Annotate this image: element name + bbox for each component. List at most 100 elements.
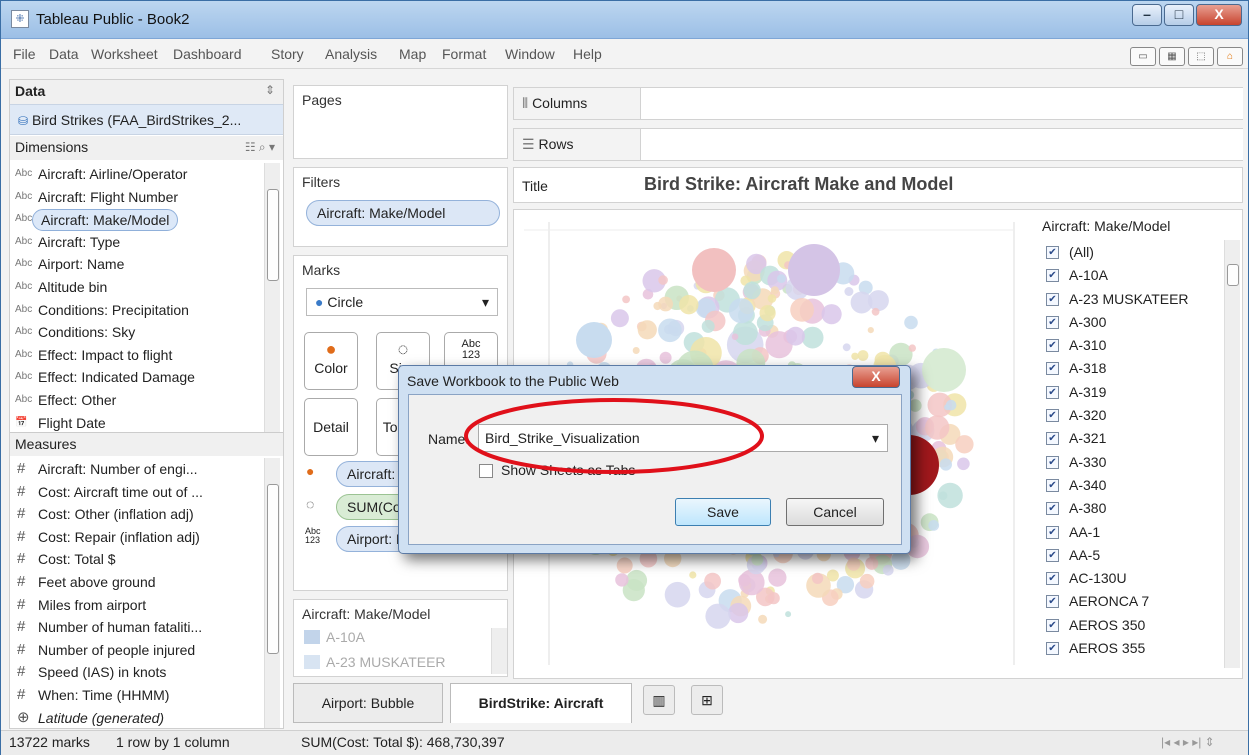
dimension-field[interactable]: Abc Altitude bin [10, 276, 265, 299]
menu-file[interactable]: File [13, 46, 36, 62]
checkbox-checked-icon[interactable]: ✔ [1046, 642, 1059, 656]
measure-field[interactable]: # Number of people injured [10, 639, 265, 662]
checkbox-checked-icon[interactable]: ✔ [1046, 548, 1059, 562]
bubble-mark[interactable] [871, 307, 880, 316]
checkbox-checked-icon[interactable]: ✔ [1046, 572, 1059, 586]
new-worksheet-icon[interactable]: ▥ [643, 685, 675, 715]
scrollbar-thumb[interactable] [1227, 264, 1239, 286]
filter-item[interactable]: ✔ A-330 [1046, 451, 1226, 474]
bubble-mark[interactable] [768, 568, 787, 587]
bubble-mark[interactable] [801, 326, 824, 349]
home-icon[interactable]: ⌂ [1217, 47, 1243, 66]
data-source-item[interactable]: ⛁ Bird Strikes (FAA_BirdStrikes_2... [10, 104, 283, 135]
measure-field[interactable]: # Speed (IAS) in knots [10, 661, 265, 684]
show-me-icon[interactable]: ▦ [1159, 47, 1185, 66]
legend-item[interactable]: A-23 MUSKATEER [326, 654, 446, 670]
bubble-mark[interactable] [944, 404, 951, 411]
scrollbar-thumb[interactable] [267, 484, 279, 654]
measure-field[interactable]: # Cost: Other (inflation adj) [10, 503, 265, 526]
columns-shelf[interactable]: ⦀ Columns [513, 87, 1243, 120]
bubble-mark[interactable] [692, 248, 736, 292]
bubble-mark[interactable] [733, 320, 758, 345]
bubble-mark[interactable] [788, 244, 840, 296]
filter-item[interactable]: ✔ A-23 MUSKATEER [1046, 288, 1226, 311]
bubble-mark[interactable] [955, 435, 974, 454]
bubble-mark[interactable] [851, 352, 859, 360]
checkbox-checked-icon[interactable]: ✔ [1046, 595, 1059, 609]
color-button[interactable]: ● Color [304, 332, 358, 390]
menu-dashboard[interactable]: Dashboard [173, 46, 242, 62]
bubble-mark[interactable] [728, 298, 754, 324]
bubble-mark[interactable] [731, 333, 739, 340]
dimension-field[interactable]: Abc Aircraft: Flight Number [10, 186, 265, 209]
bubble-mark[interactable] [865, 556, 879, 570]
checkbox-checked-icon[interactable]: ✔ [1046, 362, 1059, 376]
rows-shelf[interactable]: ☰ Rows [513, 128, 1243, 161]
bubble-mark[interactable] [842, 343, 851, 352]
legend-item[interactable]: A-10A [326, 629, 365, 645]
bubble-mark[interactable] [957, 457, 970, 471]
bubble-mark[interactable] [857, 350, 869, 361]
filter-item[interactable]: ✔ AEROS 355 [1046, 637, 1226, 660]
tab-birdstrike-aircraft[interactable]: BirdStrike: Aircraft [450, 683, 632, 723]
bubble-mark[interactable] [615, 573, 629, 587]
dimension-field[interactable]: Abc Effect: Indicated Damage [10, 366, 265, 389]
legend-scrollbar[interactable] [491, 628, 507, 674]
bubble-mark[interactable] [728, 602, 749, 624]
bubble-mark[interactable] [844, 287, 854, 296]
filter-item[interactable]: ✔ A-340 [1046, 474, 1226, 497]
mark-type-dropdown[interactable]: ● Circle ▾ [306, 288, 498, 316]
measure-field[interactable]: ⊕ Latitude (generated) [10, 707, 265, 728]
measure-field[interactable]: # Cost: Repair (inflation adj) [10, 526, 265, 549]
bubble-mark[interactable] [738, 573, 751, 587]
minimize-button[interactable]: – [1132, 4, 1162, 26]
filter-item[interactable]: ✔ (All) [1046, 241, 1226, 264]
menu-analysis[interactable]: Analysis [325, 46, 377, 62]
filter-item[interactable]: ✔ A-300 [1046, 311, 1226, 334]
bubble-mark[interactable] [867, 290, 889, 312]
dimension-field[interactable]: Abc Airport: Name [10, 253, 265, 276]
menu-story[interactable]: Story [271, 46, 304, 62]
measure-field[interactable]: # Cost: Aircraft time out of ... [10, 481, 265, 504]
measure-field[interactable]: # Aircraft: Number of engi... [10, 458, 265, 481]
bubble-mark[interactable] [622, 295, 630, 304]
dimension-field[interactable]: Abc Aircraft: Airline/Operator [10, 163, 265, 186]
measure-field[interactable]: # Miles from airport [10, 594, 265, 617]
pages-shelf[interactable]: Pages [293, 85, 508, 159]
checkbox-checked-icon[interactable]: ✔ [1046, 525, 1059, 539]
menu-help[interactable]: Help [573, 46, 602, 62]
filter-item[interactable]: ✔ A-380 [1046, 497, 1226, 520]
bubble-mark[interactable] [939, 458, 952, 471]
bubble-mark[interactable] [925, 415, 950, 440]
search-icon[interactable]: ☷ ⌕ ▾ [245, 136, 275, 158]
bubble-mark[interactable] [922, 348, 966, 392]
dimension-field[interactable]: Abc Aircraft: Make/Model [10, 208, 265, 232]
tab-airport-bubble[interactable]: Airport: Bubble [293, 683, 443, 723]
chevron-down-icon[interactable]: ▾ [872, 425, 879, 451]
dimensions-scrollbar[interactable] [264, 163, 280, 435]
cancel-button[interactable]: Cancel [786, 498, 884, 526]
dimension-field[interactable]: Abc Conditions: Sky [10, 321, 265, 344]
filter-item[interactable]: ✔ A-321 [1046, 427, 1226, 450]
checkbox-checked-icon[interactable]: ✔ [1046, 292, 1059, 306]
bubble-mark[interactable] [938, 491, 948, 501]
bubble-mark[interactable] [785, 611, 792, 618]
bubble-mark[interactable] [758, 614, 768, 624]
filter-item[interactable]: ✔ A-310 [1046, 334, 1226, 357]
bubble-mark[interactable] [777, 274, 786, 283]
presentation-icon[interactable]: ▭ [1130, 47, 1156, 66]
bubble-mark[interactable] [664, 581, 691, 608]
bubble-mark[interactable] [705, 603, 731, 629]
dimension-field[interactable]: Abc Effect: Other [10, 389, 265, 412]
menu-format[interactable]: Format [442, 46, 486, 62]
checkbox-checked-icon[interactable]: ✔ [1046, 339, 1059, 353]
bubble-mark[interactable] [658, 296, 673, 312]
filter-card-scrollbar[interactable] [1224, 240, 1240, 668]
bubble-mark[interactable] [867, 327, 874, 334]
bubble-mark[interactable] [743, 281, 761, 300]
detail-button[interactable]: Detail [304, 398, 358, 456]
bubble-mark[interactable] [576, 322, 612, 358]
filter-item[interactable]: ✔ AEROS 350 [1046, 614, 1226, 637]
checkbox-checked-icon[interactable]: ✔ [1046, 269, 1059, 283]
checkbox-checked-icon[interactable]: ✔ [1046, 478, 1059, 492]
